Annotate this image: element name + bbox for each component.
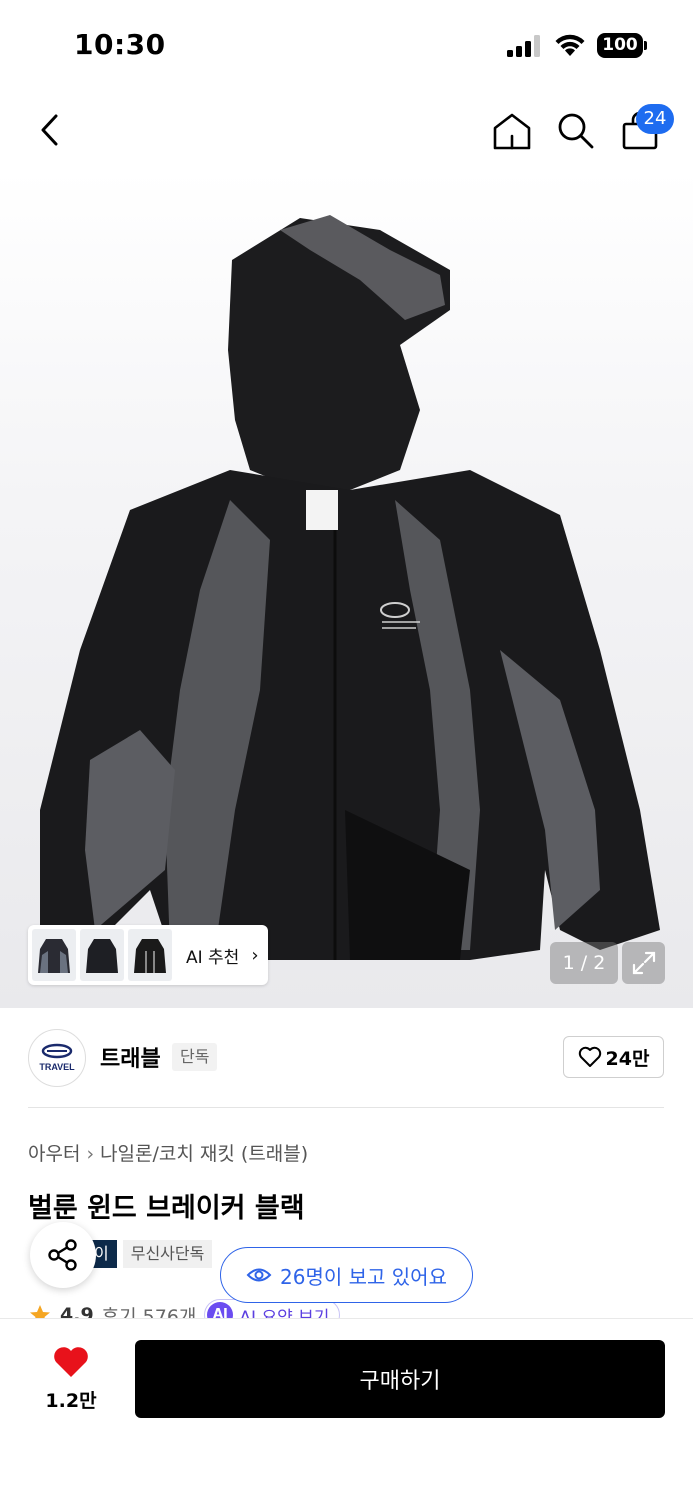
search-icon[interactable] bbox=[555, 110, 597, 152]
jacket-thumbnail-icon bbox=[86, 939, 118, 973]
divider bbox=[28, 1107, 664, 1108]
brand-logo-text: TRAVEL bbox=[39, 1062, 75, 1072]
brand-logo[interactable]: TRAVEL bbox=[28, 1029, 86, 1087]
chevron-right-icon: › bbox=[86, 1143, 95, 1165]
breadcrumb-item[interactable]: 나일론/코치 재킷 (트래블) bbox=[100, 1143, 308, 1165]
product-image-gallery[interactable]: AI 추천 › 1 / 2 bbox=[0, 170, 693, 1008]
breadcrumb-item[interactable]: 아우터 bbox=[28, 1143, 80, 1165]
product-tag: 무신사단독 bbox=[122, 1240, 213, 1268]
recommend-thumbnail[interactable] bbox=[32, 929, 76, 981]
product-title: 벌룬 윈드 브레이커 블랙 bbox=[28, 1193, 305, 1224]
expand-image-button[interactable] bbox=[622, 942, 665, 984]
battery-cap bbox=[644, 41, 647, 50]
favorite-count: 1.2만 bbox=[45, 1390, 97, 1412]
home-icon[interactable] bbox=[490, 110, 534, 152]
share-icon bbox=[48, 1239, 77, 1271]
buy-button[interactable]: 구매하기 bbox=[135, 1340, 665, 1418]
cellular-signal-icon bbox=[507, 35, 540, 57]
cart-count-badge: 24 bbox=[636, 104, 674, 134]
jacket-thumbnail-icon bbox=[38, 939, 70, 973]
expand-icon bbox=[632, 951, 655, 975]
back-arrow-icon[interactable] bbox=[30, 108, 72, 152]
viewers-count-pill: 26명이 보고 있어요 bbox=[220, 1247, 473, 1303]
heart-outline-icon bbox=[578, 1046, 601, 1067]
brand-name[interactable]: 트래블 bbox=[100, 1041, 161, 1073]
brand-logo-image: TRAVEL bbox=[39, 1043, 75, 1072]
recommend-thumbnail[interactable] bbox=[128, 929, 172, 981]
heart-filled-icon[interactable] bbox=[52, 1345, 90, 1379]
brand-like-button[interactable]: 24만 bbox=[563, 1036, 664, 1078]
image-page-indicator: 1 / 2 bbox=[550, 942, 618, 984]
status-time: 10:30 bbox=[74, 28, 166, 61]
chevron-right-icon: › bbox=[251, 944, 259, 966]
brand-exclusive-tag: 단독 bbox=[172, 1043, 218, 1071]
recommend-thumbnail[interactable] bbox=[80, 929, 124, 981]
breadcrumb: 아우터 › 나일론/코치 재킷 (트래블) bbox=[28, 1139, 308, 1166]
jacket-thumbnail-icon bbox=[134, 939, 166, 973]
eye-icon bbox=[246, 1268, 272, 1282]
ai-recommend-label: AI 추천 bbox=[186, 947, 240, 968]
ai-recommend-strip[interactable]: AI 추천 › bbox=[28, 925, 268, 985]
share-button[interactable] bbox=[30, 1222, 96, 1288]
wifi-icon bbox=[555, 34, 585, 56]
viewers-count-text: 26명이 보고 있어요 bbox=[280, 1264, 447, 1289]
battery-indicator: 100 bbox=[597, 33, 643, 58]
brand-like-count: 24만 bbox=[605, 1047, 650, 1070]
status-bar: 10:30 100 bbox=[0, 0, 693, 90]
jacket-product-image bbox=[40, 215, 660, 960]
